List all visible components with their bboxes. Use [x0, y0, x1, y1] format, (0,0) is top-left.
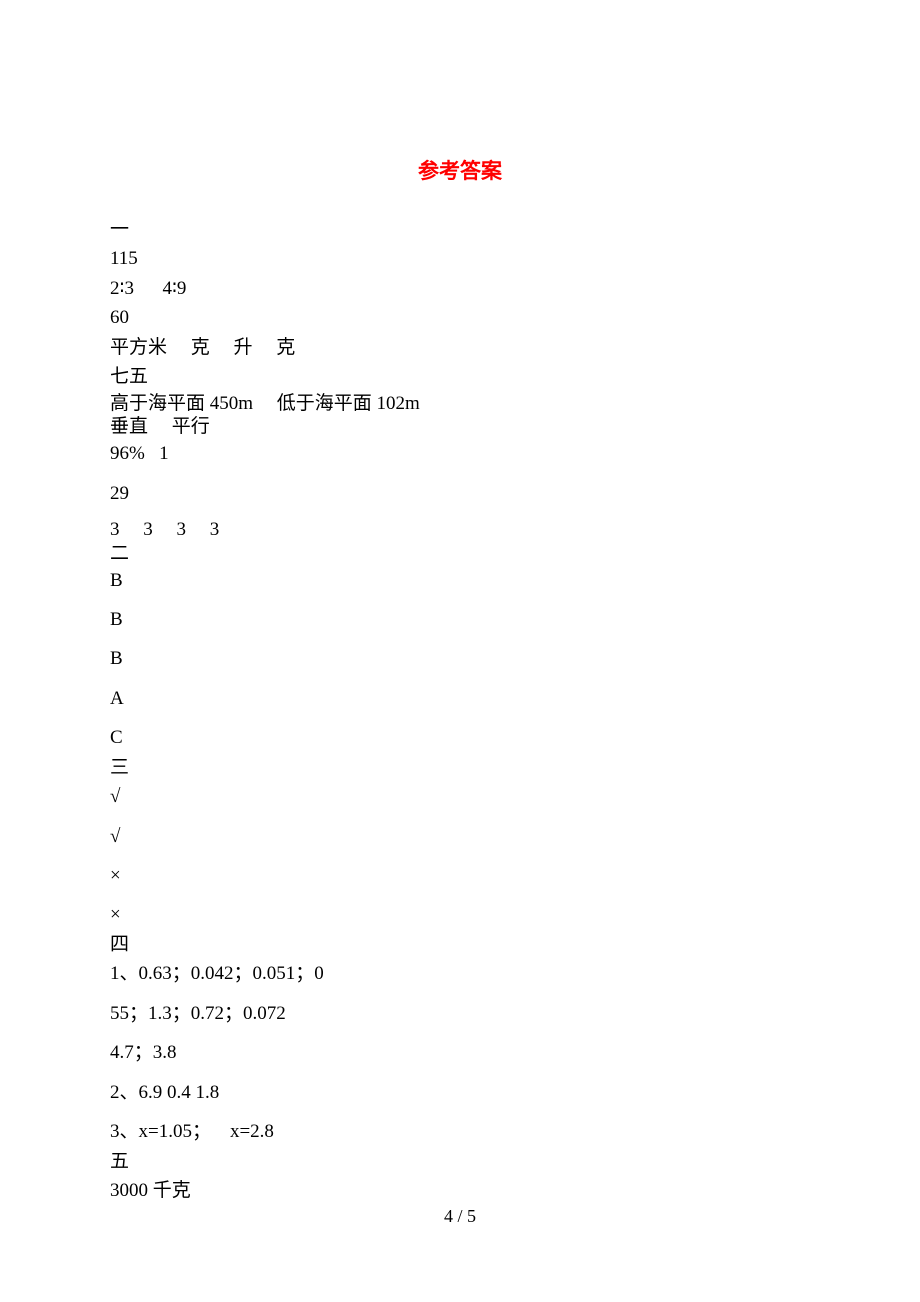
- answer-line: ×: [110, 900, 810, 929]
- page-title: 参考答案: [110, 155, 810, 185]
- answer-line: B: [110, 605, 810, 634]
- page-number: 4 / 5: [0, 1206, 920, 1227]
- answer-line: 3、x=1.05； x=2.8: [110, 1117, 810, 1146]
- answer-line: 96% 1: [110, 439, 810, 468]
- answer-line: 3000 千克: [110, 1176, 810, 1205]
- answer-line: 七五: [110, 362, 810, 391]
- answer-line: √: [110, 822, 810, 851]
- answer-line: 垂直 平行: [110, 415, 810, 439]
- answer-line: 3 3 3 3: [110, 518, 810, 542]
- document-page: 参考答案 一 115 2∶3 4∶9 60 平方米 克 升 克 七五 高于海平面…: [0, 0, 920, 1205]
- answer-line: B: [110, 566, 810, 595]
- answer-line: 115: [110, 244, 810, 273]
- section-4-header: 四: [110, 930, 810, 959]
- answer-line: 60: [110, 303, 810, 332]
- section-1-header: 一: [110, 215, 810, 244]
- answer-line: 2、6.9 0.4 1.8: [110, 1078, 810, 1107]
- answer-line: B: [110, 644, 810, 673]
- answer-line: A: [110, 684, 810, 713]
- answer-line: 高于海平面 450m 低于海平面 102m: [110, 392, 810, 416]
- section-5-header: 五: [110, 1147, 810, 1176]
- answer-line: 2∶3 4∶9: [110, 274, 810, 303]
- answer-line: C: [110, 723, 810, 752]
- answer-line: √: [110, 782, 810, 811]
- answer-line: 29: [110, 479, 810, 508]
- section-2-header: 二: [110, 542, 810, 566]
- answer-line: 平方米 克 升 克: [110, 333, 810, 362]
- answer-line: 4.7；3.8: [110, 1038, 810, 1067]
- answer-line: 55；1.3；0.72；0.072: [110, 999, 810, 1028]
- section-3-header: 三: [110, 753, 810, 782]
- answer-line: ×: [110, 861, 810, 890]
- answer-line: 1、0.63；0.042；0.051；0: [110, 959, 810, 988]
